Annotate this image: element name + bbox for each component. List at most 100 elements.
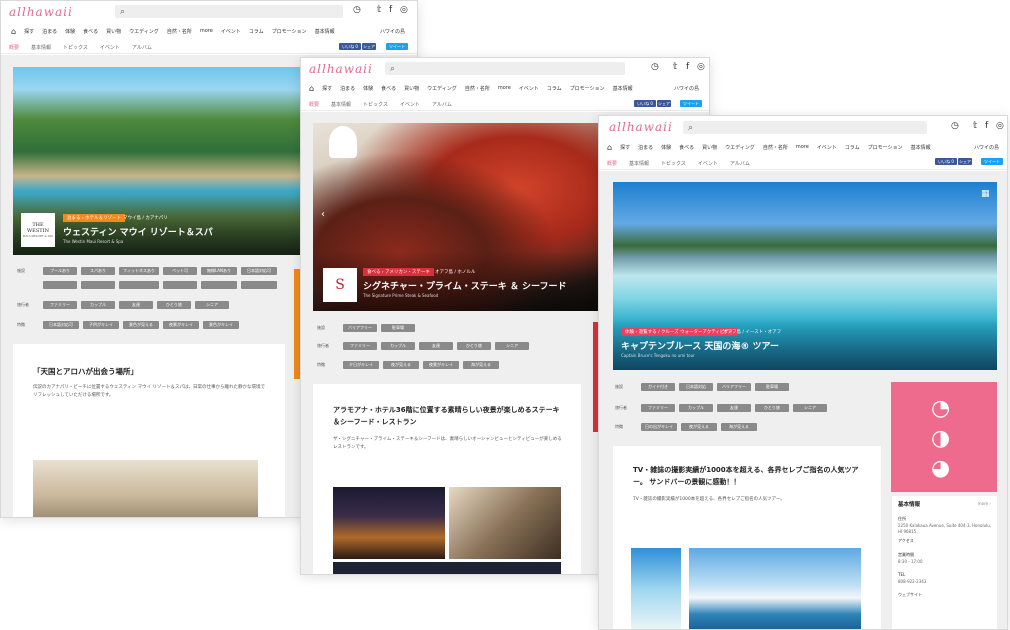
facebook-like-button[interactable]: いいね 0 [935, 158, 957, 165]
home-icon[interactable]: ⌂ [11, 27, 16, 36]
filter-chip[interactable]: 海が見える [721, 423, 757, 431]
filter-chip[interactable]: フィットネスあり [119, 267, 159, 275]
nav-item[interactable]: 買い物 [106, 28, 121, 35]
nav-item[interactable]: プロモーション [868, 144, 903, 151]
search-input[interactable]: ⌕ [683, 121, 927, 134]
filter-chip[interactable] [43, 281, 77, 289]
nav-item[interactable]: イベント [221, 28, 241, 35]
nav-item[interactable]: 食べる [381, 85, 396, 92]
tab-overview[interactable]: 概要 [9, 44, 19, 51]
nav-item[interactable]: 買い物 [702, 144, 717, 151]
tab-basic-info[interactable]: 基本情報 [331, 101, 351, 108]
island-select[interactable]: ハワイの島 [380, 28, 405, 35]
home-icon[interactable]: ⌂ [607, 143, 612, 152]
tab-events[interactable]: イベント [400, 101, 420, 108]
instagram-icon[interactable]: ◎ [996, 122, 1004, 131]
filter-chip[interactable]: バリアフリー [717, 383, 751, 391]
tab-overview[interactable]: 概要 [309, 101, 319, 108]
nav-item[interactable]: 基本情報 [315, 28, 335, 35]
tab-events[interactable]: イベント [100, 44, 120, 51]
twitter-icon[interactable]: 𝕥 [377, 6, 381, 15]
filter-chip[interactable]: 日本語対応 [679, 383, 713, 391]
filter-chip[interactable]: 日の出がキレイ [641, 423, 677, 431]
filter-chip[interactable] [201, 281, 237, 289]
tab-basic-info[interactable]: 基本情報 [629, 160, 649, 167]
filter-chip[interactable]: ペット可 [163, 267, 197, 275]
nav-item[interactable]: 基本情報 [911, 144, 931, 151]
nav-item[interactable]: コラム [249, 28, 264, 35]
tweet-button[interactable]: ツイート [386, 43, 408, 50]
tab-album[interactable]: アルバム [132, 44, 152, 51]
search-input[interactable]: ⌕ [385, 62, 625, 75]
filter-chip[interactable]: 駐車場 [381, 324, 415, 332]
nav-item[interactable]: 泊まる [638, 144, 653, 151]
nav-item[interactable]: 探す [620, 144, 630, 151]
filter-chip[interactable]: スパあり [81, 267, 115, 275]
tab-overview[interactable]: 概要 [607, 160, 617, 167]
filter-chip[interactable]: シニア [495, 342, 529, 350]
island-select[interactable]: ハワイの島 [974, 144, 999, 151]
site-logo[interactable]: allhawaii [309, 62, 373, 76]
filter-chip[interactable]: ファミリー [641, 404, 675, 412]
nav-item-more[interactable]: more [498, 85, 511, 91]
nav-item[interactable]: 基本情報 [613, 85, 633, 92]
facebook-like-button[interactable]: いいね 0 [339, 43, 361, 50]
filter-chip[interactable] [81, 281, 115, 289]
facebook-icon[interactable]: f [985, 122, 988, 131]
gallery-grid-icon[interactable]: ▦ [981, 190, 990, 199]
filter-chip[interactable]: カップル [679, 404, 713, 412]
nav-item[interactable]: コラム [845, 144, 860, 151]
filter-chip[interactable]: シニア [793, 404, 827, 412]
nav-item[interactable]: ウエディング [725, 144, 755, 151]
nav-item[interactable]: 探す [322, 85, 332, 92]
nav-item[interactable]: 食べる [679, 144, 694, 151]
filter-chip[interactable]: 海が見える [463, 361, 499, 369]
nav-item[interactable]: 体験 [65, 28, 75, 35]
filter-chip[interactable]: 友達 [419, 342, 453, 350]
tweet-button[interactable]: ツイート [981, 158, 1003, 165]
nav-item[interactable]: プロモーション [272, 28, 307, 35]
nav-item[interactable]: 自然・名所 [167, 28, 192, 35]
basic-info-more-link[interactable]: more › [978, 501, 991, 506]
filter-chip[interactable]: 景色が見える [123, 321, 159, 329]
filter-chip[interactable]: カップル [81, 301, 115, 309]
filter-chip[interactable]: 無線LANあり [201, 267, 237, 275]
filter-chip[interactable]: 友達 [119, 301, 153, 309]
instagram-icon[interactable]: ◎ [400, 6, 408, 15]
filter-chip[interactable]: ファミリー [43, 301, 77, 309]
filter-chip[interactable]: 駐車場 [755, 383, 789, 391]
filter-chip[interactable]: 友達 [717, 404, 751, 412]
tweet-button[interactable]: ツイート [680, 100, 702, 107]
clock-icon[interactable]: ◷ [353, 6, 361, 15]
nav-item-more[interactable]: more [796, 144, 809, 150]
filter-chip[interactable]: 夕日がキレイ [343, 361, 379, 369]
clock-icon[interactable]: ◷ [951, 122, 959, 131]
instagram-icon[interactable]: ◎ [697, 63, 705, 72]
share-button[interactable]: シェア [958, 158, 972, 165]
category-badge[interactable]: 泊まる › ホテル＆リゾート [63, 214, 126, 222]
nav-item[interactable]: 体験 [363, 85, 373, 92]
filter-chip[interactable]: 夜景がキレイ [163, 321, 199, 329]
filter-chip[interactable]: プールあり [43, 267, 77, 275]
nav-item[interactable]: ウエディング [129, 28, 159, 35]
facebook-icon[interactable]: f [389, 6, 392, 15]
filter-chip[interactable]: バリアフリー [343, 324, 377, 332]
category-promo-panel[interactable]: ◔ ◑ ◕ [891, 382, 997, 492]
share-button[interactable]: シェア [362, 43, 376, 50]
nav-item[interactable]: 自然・名所 [763, 144, 788, 151]
filter-chip[interactable]: 日本語対応可 [43, 321, 79, 329]
nav-item[interactable]: 食べる [83, 28, 98, 35]
nav-item[interactable]: プロモーション [570, 85, 605, 92]
nav-item[interactable]: 自然・名所 [465, 85, 490, 92]
nav-item[interactable]: 泊まる [42, 28, 57, 35]
filter-chip[interactable]: 夜景がキレイ [423, 361, 459, 369]
nav-item[interactable]: 探す [24, 28, 34, 35]
filter-chip[interactable]: 日本語対応可 [241, 267, 277, 275]
facebook-icon[interactable]: f [686, 63, 689, 72]
nav-item[interactable]: 体験 [661, 144, 671, 151]
filter-chip[interactable]: 夜が見える [383, 361, 419, 369]
filter-chip[interactable]: ひとり旅 [157, 301, 191, 309]
filter-chip[interactable]: ひとり旅 [457, 342, 491, 350]
filter-chip[interactable]: シニア [195, 301, 229, 309]
filter-chip[interactable] [163, 281, 197, 289]
